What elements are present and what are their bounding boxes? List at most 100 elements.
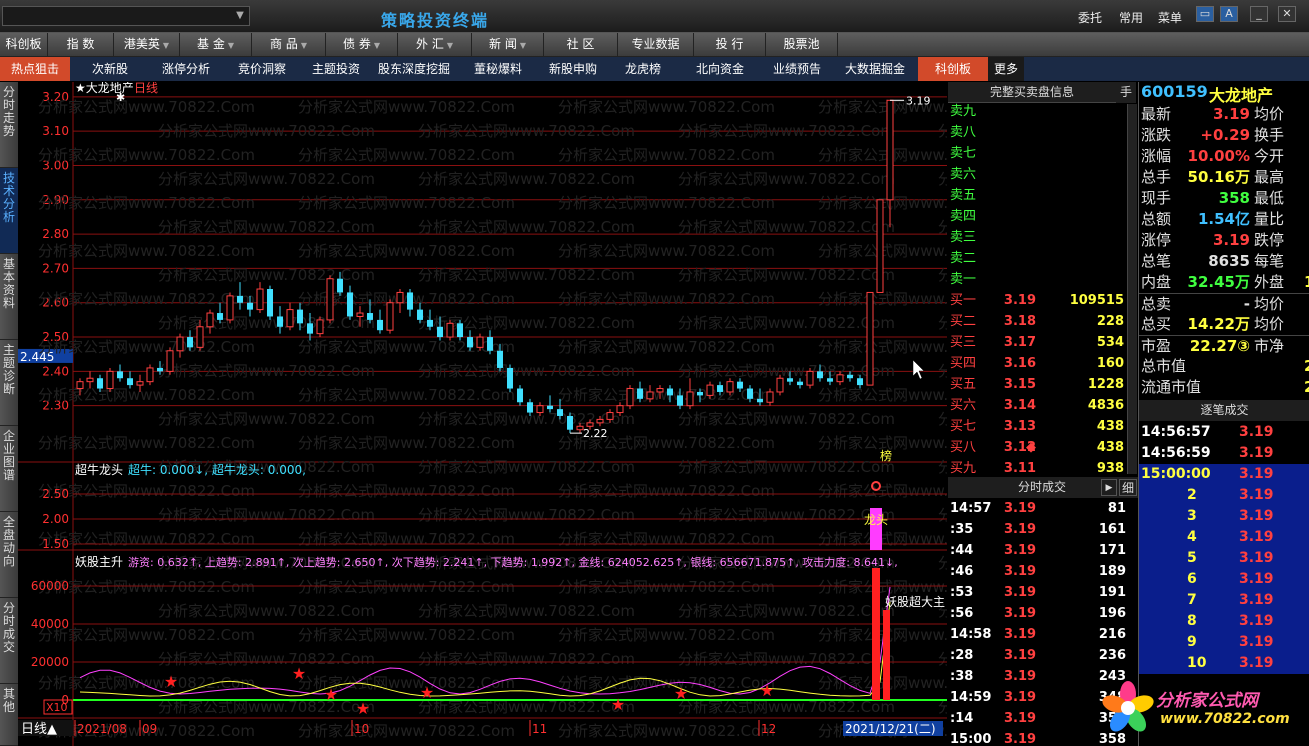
subnav-item-11[interactable]: 大数据掘金 bbox=[832, 57, 918, 81]
bid-row[interactable]: 买一 3.19 109515 bbox=[948, 290, 1126, 311]
subnav-item-13[interactable]: 更多 bbox=[988, 57, 1024, 81]
candle-body bbox=[806, 370, 814, 386]
ask-row[interactable]: 卖三 bbox=[948, 227, 1126, 248]
menu-link[interactable]: 菜单 bbox=[1158, 9, 1182, 26]
nav-item-9[interactable]: 专业数据 bbox=[618, 33, 694, 56]
bid-row[interactable]: 买五 3.15 1228 bbox=[948, 374, 1126, 395]
ask-row[interactable]: 卖二 bbox=[948, 248, 1126, 269]
subnav-item-3[interactable]: 竞价洞察 bbox=[222, 57, 302, 81]
orderbook-header[interactable]: 完整买卖盘信息 bbox=[948, 82, 1116, 103]
candle-body bbox=[787, 378, 793, 382]
trade-row[interactable]: 9 3.19 bbox=[1139, 632, 1309, 653]
quote-row: 总笔 8635 每笔 bbox=[1139, 251, 1309, 272]
ask-row[interactable]: 卖八 bbox=[948, 122, 1126, 143]
nav-item-8[interactable]: 社 区 bbox=[544, 33, 618, 56]
tick-row[interactable]: :56 3.19 196 bbox=[948, 603, 1128, 624]
trade-row[interactable]: 6 3.19 bbox=[1139, 569, 1309, 590]
trades-header[interactable]: 逐笔成交 bbox=[1139, 400, 1309, 421]
nav-item-1[interactable]: 指 数 bbox=[48, 33, 114, 56]
subnav-item-0[interactable]: 热点狙击 bbox=[0, 57, 70, 81]
period-label: 日线 bbox=[134, 82, 158, 95]
subnav-item-8[interactable]: 龙虎榜 bbox=[608, 57, 678, 81]
subnav-item-5[interactable]: 股东深度挖掘 bbox=[370, 57, 458, 81]
nav-item-0[interactable]: 科创板 bbox=[0, 33, 48, 56]
tick-row[interactable]: 14:58 3.19 216 bbox=[948, 624, 1128, 645]
restore-icon[interactable]: ▭ bbox=[1196, 6, 1214, 22]
minimize-icon[interactable]: _ bbox=[1250, 6, 1268, 22]
watermark-text: 分析家公式网www.70822.Com bbox=[818, 482, 947, 500]
close-icon[interactable]: ✕ bbox=[1278, 6, 1296, 22]
common-link[interactable]: 常用 bbox=[1119, 9, 1143, 26]
tick-price: 3.19 bbox=[1004, 690, 1037, 705]
subnav-item-2[interactable]: 涨停分析 bbox=[150, 57, 222, 81]
font-icon[interactable]: A bbox=[1220, 6, 1238, 22]
bid-row[interactable]: 买八 3.12 438 bbox=[948, 437, 1126, 458]
side-tab-7[interactable]: 其他 bbox=[0, 684, 18, 746]
chevron-down-icon[interactable]: ▼ bbox=[232, 8, 248, 24]
trade-row[interactable]: 7 3.19 bbox=[1139, 590, 1309, 611]
side-tab-3[interactable]: 主题诊断 bbox=[0, 340, 18, 426]
bid-row[interactable]: 买二 3.18 228 bbox=[948, 311, 1126, 332]
subnav-item-10[interactable]: 业绩预告 bbox=[762, 57, 832, 81]
side-tab-0[interactable]: 分时走势 bbox=[0, 82, 18, 168]
trade-row[interactable]: 8 3.19 bbox=[1139, 611, 1309, 632]
nav-item-4[interactable]: 商 品 ▼ bbox=[252, 33, 326, 56]
ask-row[interactable]: 卖七 bbox=[948, 143, 1126, 164]
ask-row[interactable]: 卖九 bbox=[948, 101, 1126, 122]
bid-row[interactable]: 买四 3.16 160 bbox=[948, 353, 1126, 374]
watermark-text: 分析家公式网www.70822.Com bbox=[418, 458, 635, 476]
nav-item-5[interactable]: 债 券 ▼ bbox=[326, 33, 398, 56]
detail-button[interactable]: 细 bbox=[1119, 479, 1137, 496]
trade-row[interactable]: 14:56:57 3.19 bbox=[1139, 422, 1299, 443]
subnav-item-7[interactable]: 新股申购 bbox=[538, 57, 608, 81]
nav-item-2[interactable]: 港美英 ▼ bbox=[114, 33, 180, 56]
stock-search-input[interactable] bbox=[2, 6, 250, 26]
trade-row[interactable]: 10 3.19 bbox=[1139, 653, 1309, 674]
tick-row[interactable]: :35 3.19 161 bbox=[948, 519, 1128, 540]
tick-row[interactable]: :53 3.19 191 bbox=[948, 582, 1128, 603]
bid-row[interactable]: 买七 3.13 ◆ 438 bbox=[948, 416, 1126, 455]
bid-row[interactable]: 买六 3.14 4836 bbox=[948, 395, 1126, 416]
trade-link[interactable]: 委托 bbox=[1078, 9, 1102, 26]
bid-row[interactable]: 买九 3.11 938 bbox=[948, 458, 1126, 479]
nav-item-10[interactable]: 投 行 bbox=[694, 33, 766, 56]
tick-row[interactable]: :46 3.19 189 bbox=[948, 561, 1128, 582]
ask-row[interactable]: 卖一 bbox=[948, 269, 1126, 290]
ask-row[interactable]: 卖四 bbox=[948, 206, 1126, 227]
kline-chart[interactable]: 3.203.103.002.902.802.702.602.502.402.30… bbox=[18, 81, 1155, 746]
ask-row[interactable]: 卖六 bbox=[948, 164, 1126, 185]
nav-item-7[interactable]: 新 闻 ▼ bbox=[472, 33, 544, 56]
side-tab-5[interactable]: 全盘动向 bbox=[0, 512, 18, 598]
period-selector[interactable]: 日线▲ bbox=[21, 722, 57, 737]
trade-row[interactable]: 15:00:00 3.19 bbox=[1139, 464, 1309, 485]
side-tab-1[interactable]: 技术分析 bbox=[0, 168, 18, 254]
watermark-text: 分析家公式网www.70822.Com bbox=[298, 98, 515, 116]
trade-row[interactable]: 2 3.19 bbox=[1139, 485, 1309, 506]
tick-row[interactable]: 14:57 3.19 81 bbox=[948, 498, 1128, 519]
side-tab-6[interactable]: 分时成交 bbox=[0, 598, 18, 684]
tick-price: 3.19 bbox=[1004, 669, 1037, 684]
trade-time: 9 bbox=[1187, 634, 1197, 650]
subnav-item-12[interactable]: 科创板 bbox=[918, 57, 988, 81]
side-tab-4[interactable]: 企业图谱 bbox=[0, 426, 18, 512]
nav-item-3[interactable]: 基 金 ▼ bbox=[180, 33, 252, 56]
tick-row[interactable]: :28 3.19 236 bbox=[948, 645, 1128, 666]
kline-chart-area[interactable]: 3.20 3.10 3.00 2.90 2.80 2.70 2.60 2.50 2.40 2.30… bbox=[18, 81, 1155, 746]
subnav-item-4[interactable]: 主题投资 bbox=[302, 57, 370, 81]
tick-row[interactable]: :44 3.19 171 bbox=[948, 540, 1128, 561]
ask-row[interactable]: 卖五 bbox=[948, 185, 1126, 206]
nav-item-6[interactable]: 外 汇 ▼ bbox=[398, 33, 472, 56]
nav-item-11[interactable]: 股票池 bbox=[766, 33, 838, 56]
bid-price: 3.14 bbox=[1003, 398, 1036, 413]
scrollbar[interactable] bbox=[1127, 104, 1137, 474]
trade-row[interactable]: 14:56:59 3.19 bbox=[1139, 443, 1299, 464]
subnav-item-9[interactable]: 北向资金 bbox=[678, 57, 762, 81]
play-icon[interactable]: ▶ bbox=[1101, 479, 1117, 496]
trade-row[interactable]: 5 3.19 bbox=[1139, 548, 1309, 569]
side-tab-2[interactable]: 基本资料 bbox=[0, 254, 18, 340]
subnav-item-6[interactable]: 董秘爆料 bbox=[458, 57, 538, 81]
trade-row[interactable]: 3 3.19 bbox=[1139, 506, 1309, 527]
bid-row[interactable]: 买三 3.17 534 bbox=[948, 332, 1126, 353]
trade-row[interactable]: 4 3.19 bbox=[1139, 527, 1309, 548]
subnav-item-1[interactable]: 次新股 bbox=[70, 57, 150, 81]
